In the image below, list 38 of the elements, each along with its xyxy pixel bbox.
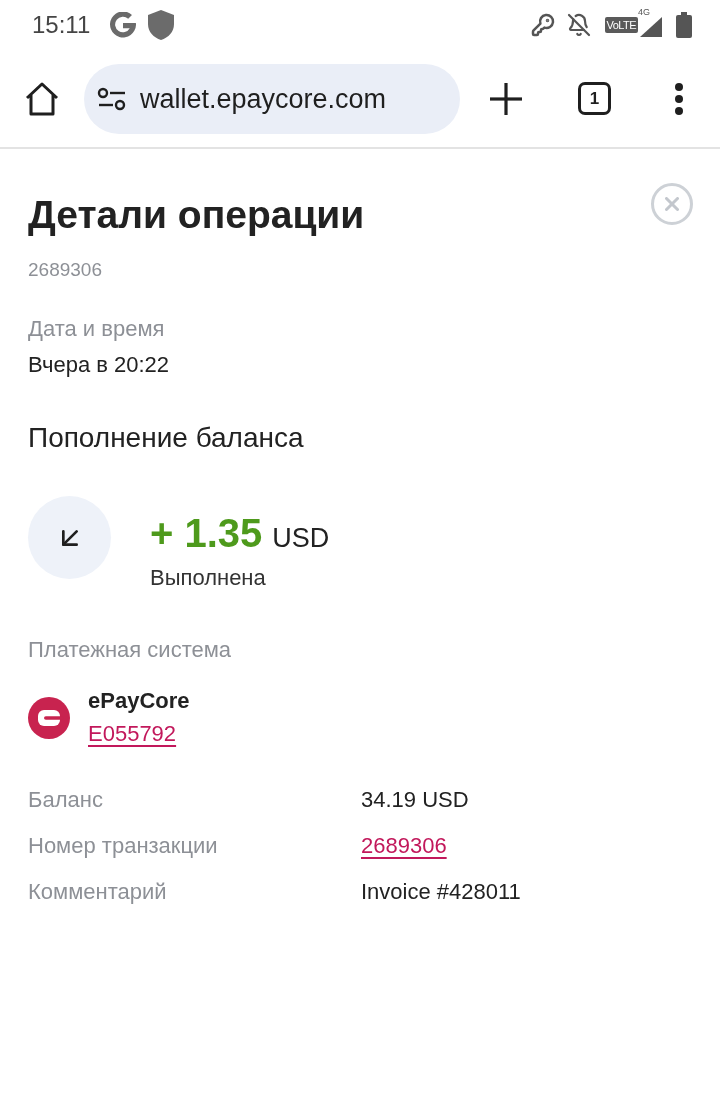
network-type: 4G [638, 7, 650, 17]
bell-off-icon [566, 13, 591, 37]
address-bar[interactable]: wallet.epaycore.com [84, 63, 460, 134]
amount: + 1.35 [150, 510, 263, 556]
volte-badge: VoLTE [604, 17, 638, 33]
key-icon [530, 13, 555, 37]
payment-system-label: Платежная система [28, 636, 233, 664]
tab-count-button[interactable]: 1 [578, 82, 611, 115]
plus-icon [490, 82, 522, 115]
new-tab-button[interactable] [490, 82, 522, 115]
account-link[interactable]: E055792 [88, 720, 177, 748]
operation-id: 2689306 [28, 258, 103, 282]
detail-value: 34.19 USD [361, 786, 469, 814]
home-button[interactable] [25, 81, 59, 116]
date-label: Дата и время [28, 315, 166, 343]
payment-logo-icon [28, 696, 70, 739]
detail-label: Баланс [28, 786, 104, 814]
signal-icon [640, 17, 662, 37]
home-icon [25, 81, 59, 116]
g-logo-icon [110, 12, 137, 38]
tune-icon [97, 86, 127, 111]
page-title: Детали операции [28, 192, 365, 238]
status-text: Выполнена [150, 564, 267, 592]
close-icon [665, 197, 679, 211]
menu-icon [675, 82, 683, 115]
payment-system-name: ePayCore [88, 687, 190, 715]
detail-label: Номер транзакции [28, 832, 219, 860]
detail-value: Invoice #428011 [361, 878, 521, 906]
battery-icon [676, 12, 692, 38]
detail-label: Комментарий [28, 878, 168, 906]
date-value: Вчера в 20:22 [28, 351, 171, 379]
status-time: 15:11 [32, 11, 91, 39]
currency: USD [272, 522, 330, 555]
shield-icon [148, 10, 175, 40]
menu-button[interactable] [675, 82, 683, 115]
transaction-link[interactable]: 2689306 [361, 832, 447, 860]
operation-type: Пополнение баланса [28, 421, 305, 455]
url-text: wallet.epaycore.com [140, 82, 387, 115]
